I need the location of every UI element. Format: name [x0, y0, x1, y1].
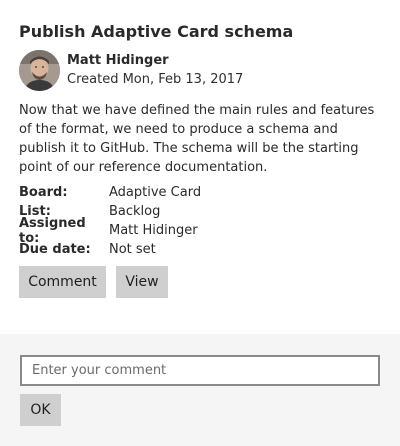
fact-set: Board: Adaptive Card List: Backlog Assig… — [19, 183, 201, 259]
fact-value: Backlog — [109, 204, 161, 219]
adaptive-card: Publish Adaptive Card schema Matt Hiding… — [0, 0, 400, 446]
author-avatar — [19, 50, 60, 91]
author-name: Matt Hidinger — [67, 53, 169, 68]
view-button[interactable]: View — [116, 266, 168, 298]
fact-key: Board: — [19, 185, 68, 200]
fact-key: Due date: — [19, 242, 91, 257]
fact-key: Assigned to: — [19, 215, 86, 246]
fact-row-board: Board: Adaptive Card — [19, 183, 201, 202]
person-avatar-icon — [19, 50, 60, 91]
fact-value: Matt Hidinger — [109, 223, 198, 238]
fact-value: Not set — [109, 242, 156, 257]
comment-panel: OK — [0, 334, 400, 446]
fact-row-due-date: Due date: Not set — [19, 240, 201, 259]
comment-button[interactable]: Comment — [19, 266, 106, 298]
created-date: Created Mon, Feb 13, 2017 — [67, 72, 244, 87]
fact-row-assigned-to: Assigned to: Matt Hidinger — [19, 216, 201, 246]
card-description: Now that we have defined the main rules … — [19, 103, 375, 175]
fact-value: Adaptive Card — [109, 185, 202, 200]
ok-button[interactable]: OK — [20, 394, 61, 426]
card-title: Publish Adaptive Card schema — [19, 22, 294, 41]
card-actions: Comment View — [19, 266, 168, 298]
comment-input[interactable] — [20, 355, 380, 386]
